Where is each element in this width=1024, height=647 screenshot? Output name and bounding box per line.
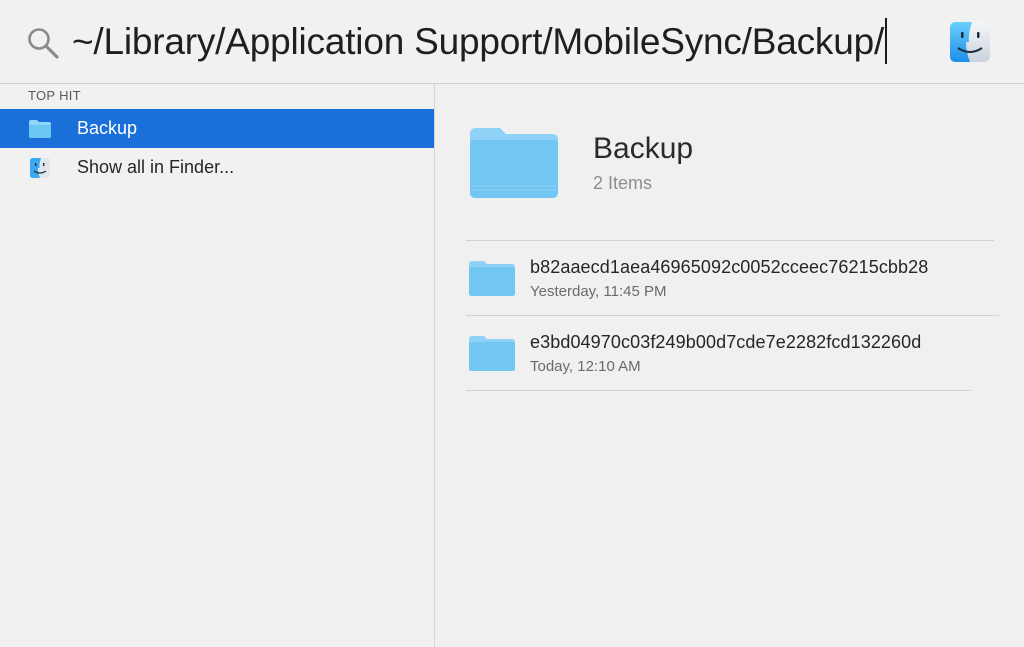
folder-icon [29,120,51,138]
folder-icon [469,336,515,371]
file-name: e3bd04970c03f249b00d7cde7e2282fcd132260d [530,332,922,352]
file-name: b82aaecd1aea46965092c0052cceec76215cbb28 [530,257,929,277]
finder-icon [950,22,990,62]
divider [466,390,971,391]
section-header-top-hit: TOP HIT [28,88,81,103]
search-icon [28,28,59,59]
finder-icon [30,158,50,178]
preview-title: Backup [593,132,694,165]
preview-pane: Backup 2 Items b82aaecd1aea46965092c0052… [435,84,1024,647]
results-list: TOP HIT Backup Show all in Finder... [0,84,435,647]
spotlight-window: ~/Library/Application Support/MobileSync… [0,0,1024,647]
folder-icon [470,128,558,198]
result-item-show-all-in-finder[interactable]: Show all in Finder... [0,148,434,187]
search-bar: ~/Library/Application Support/MobileSync… [0,0,1024,84]
result-item-label: Backup [77,118,138,138]
text-caret [885,18,888,65]
search-query: ~/Library/Application Support/MobileSync… [72,21,885,62]
search-input[interactable]: ~/Library/Application Support/MobileSync… [72,14,888,70]
file-row[interactable]: b82aaecd1aea46965092c0052cceec76215cbb28… [466,241,993,315]
result-item-backup[interactable]: Backup [0,109,434,148]
file-row[interactable]: e3bd04970c03f249b00d7cde7e2282fcd132260d… [466,316,993,390]
folder-icon [469,261,515,296]
file-date: Yesterday, 11:45 PM [530,283,667,300]
file-date: Today, 12:10 AM [530,358,641,375]
result-item-label: Show all in Finder... [77,157,235,177]
preview-item-count: 2 Items [593,173,653,193]
